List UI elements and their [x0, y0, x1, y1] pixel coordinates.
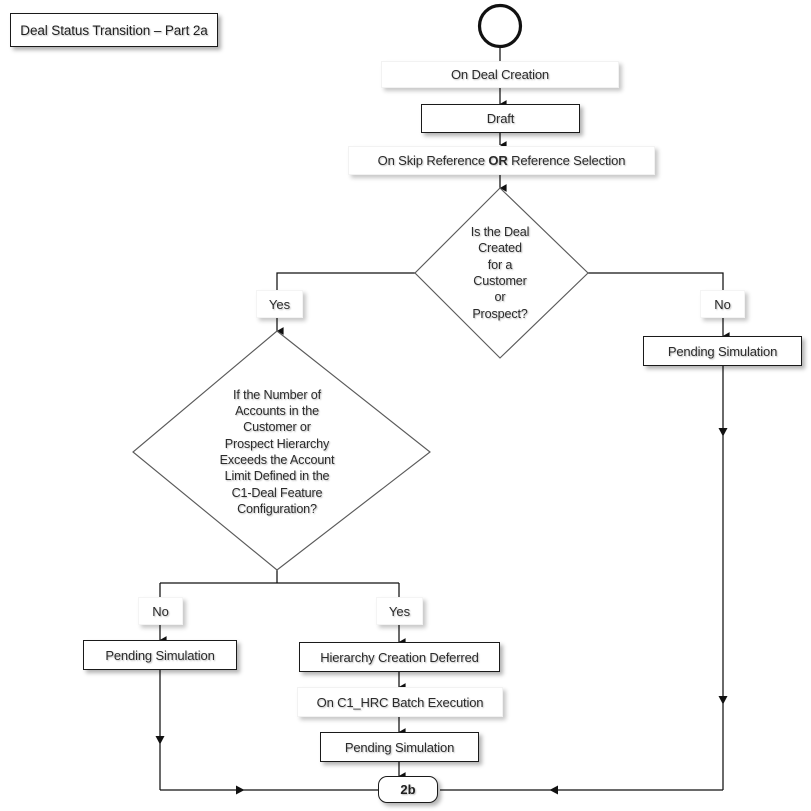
state-hierarchy-creation-deferred-text: Hierarchy Creation Deferred	[320, 649, 479, 665]
state-draft[interactable]: Draft	[421, 104, 580, 133]
state-pending-simulation-left-text: Pending Simulation	[105, 647, 215, 663]
arrow-right-branch-mid-1	[718, 428, 728, 437]
state-pending-simulation-bottom-text: Pending Simulation	[344, 739, 455, 755]
branch-label-yes-decision1: Yes	[256, 290, 303, 318]
connector-next-part-2b[interactable]: 2b	[378, 776, 438, 803]
wire-decision1-yes	[276, 272, 415, 290]
wire-decision1-no	[588, 272, 724, 290]
branch-label-no-decision1: No	[700, 290, 745, 318]
arrow-bottom-left-rail	[236, 785, 245, 795]
start-circle	[477, 3, 523, 49]
branch-label-yes-decision2: Yes	[376, 597, 423, 625]
diagram-title-text: Deal Status Transition – Part 2a	[20, 22, 208, 38]
arrow-bottom-right-rail	[549, 785, 558, 795]
branch-label-no-decision1-text: No	[714, 296, 731, 312]
label-on-deal-creation-text: On Deal Creation	[450, 67, 550, 82]
label-skipref-bold: OR	[488, 153, 508, 168]
branch-label-yes-decision1-text: Yes	[268, 296, 291, 312]
label-skipref-prefix: On Skip Reference	[377, 153, 489, 168]
branch-label-yes-decision2-text: Yes	[388, 603, 411, 619]
decision-account-limit	[132, 330, 431, 571]
label-skipref-suffix: Reference Selection	[507, 153, 626, 168]
arrow-left-branch-mid	[155, 736, 165, 745]
flowchart-canvas: Deal Status Transition – Part 2a On Deal…	[0, 0, 811, 811]
state-hierarchy-creation-deferred[interactable]: Hierarchy Creation Deferred	[299, 642, 500, 672]
connector-next-part-2b-text: 2b	[400, 782, 416, 797]
label-on-deal-creation: On Deal Creation	[381, 61, 619, 88]
arrow-right-branch-mid-2	[718, 696, 728, 705]
label-on-skip-reference-text: On Skip Reference OR Reference Selection	[378, 153, 626, 168]
state-pending-simulation-bottom[interactable]: Pending Simulation	[320, 732, 479, 762]
branch-label-no-decision2: No	[138, 597, 183, 625]
label-on-batch-execution: On C1_HRC Batch Execution	[297, 687, 503, 717]
state-pending-simulation-left[interactable]: Pending Simulation	[83, 640, 237, 670]
decision-customer-or-prospect	[414, 187, 589, 359]
label-on-batch-execution-text: On C1_HRC Batch Execution	[316, 694, 484, 710]
label-on-skip-reference: On Skip Reference OR Reference Selection	[348, 146, 655, 175]
state-pending-simulation-right[interactable]: Pending Simulation	[643, 336, 802, 366]
branch-label-no-decision2-text: No	[152, 603, 169, 619]
state-pending-simulation-right-text: Pending Simulation	[667, 343, 778, 359]
state-draft-text: Draft	[486, 111, 515, 126]
diagram-title: Deal Status Transition – Part 2a	[10, 13, 218, 47]
